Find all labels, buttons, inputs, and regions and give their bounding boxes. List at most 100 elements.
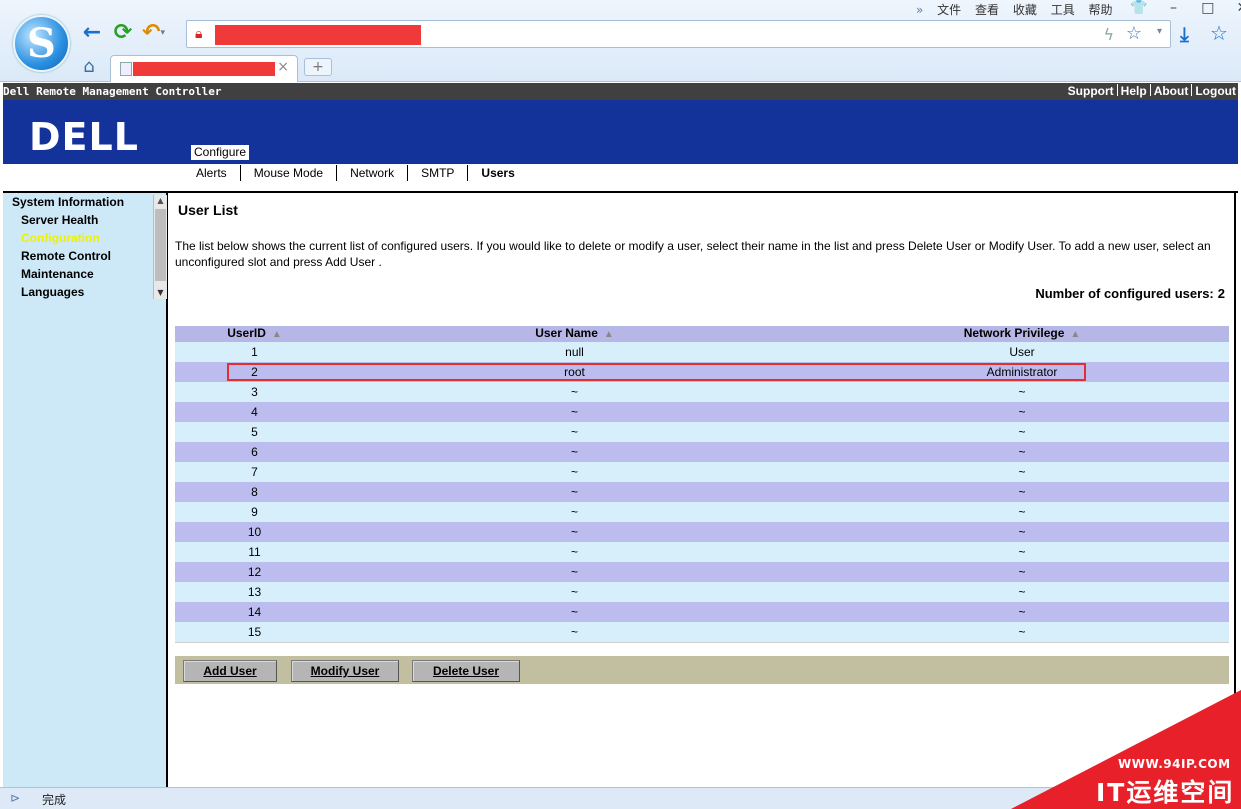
sidebar-tree: System Information Server Health Configura…	[3, 193, 153, 301]
table-row[interactable]: 9 ~ ~	[175, 502, 1229, 522]
configured-user-count: Number of configured users: 2	[1035, 286, 1225, 301]
cell-userid: 6	[175, 442, 334, 462]
tab-configure[interactable]: Configure	[191, 145, 250, 160]
cell-username: ~	[334, 622, 815, 643]
cell-username: ~	[334, 602, 815, 622]
user-rows: 1 null User 2 root Administrator 3 ~ ~4 ~ ~5 ~ ~6 ~ ~7…	[175, 342, 1229, 643]
cell-privilege: ~	[815, 602, 1229, 622]
sidebar-item-system-information[interactable]: System Information	[3, 193, 153, 211]
cell-privilege: ~	[815, 422, 1229, 442]
support-link[interactable]: Support	[1068, 84, 1114, 98]
reload-icon[interactable]: ⟳	[110, 20, 136, 46]
table-row[interactable]: 3 ~ ~	[175, 382, 1229, 402]
help-link[interactable]: Help	[1121, 84, 1147, 98]
back-icon[interactable]: ←	[79, 20, 105, 46]
menu-help[interactable]: 帮助	[1089, 3, 1113, 17]
subnav-mouse-mode[interactable]: Mouse Mode	[241, 165, 338, 181]
sidebar-item-server-health[interactable]: Server Health	[3, 211, 153, 229]
dell-logo: DELL	[29, 115, 139, 159]
page-icon	[120, 62, 132, 76]
user-table: UserID ▲ User Name ▲ Network Privilege ▲ 1n…	[175, 326, 1229, 643]
more-icon[interactable]: »	[916, 3, 923, 17]
modify-user-button[interactable]: Modify User	[291, 660, 399, 682]
cell-privilege: ~	[815, 442, 1229, 462]
bolt-icon[interactable]: ϟ	[1103, 25, 1114, 44]
tab-close-icon[interactable]: ×	[277, 59, 289, 75]
lock-icon: 🔒︎	[195, 26, 203, 42]
table-row[interactable]: 7 ~ ~	[175, 462, 1229, 482]
table-row[interactable]: 13 ~ ~	[175, 582, 1229, 602]
column-header-userid[interactable]: UserID ▲	[175, 326, 334, 342]
menu-favorites[interactable]: 收藏	[1013, 3, 1037, 17]
web-page: Dell Remote Management Controller Suppor…	[3, 83, 1238, 787]
table-row[interactable]: 1 null User	[175, 342, 1229, 362]
column-header-username[interactable]: User Name ▲	[334, 326, 815, 342]
subnav-smtp[interactable]: SMTP	[408, 165, 469, 181]
table-row[interactable]: 6 ~ ~	[175, 442, 1229, 462]
subnav-alerts[interactable]: Alerts	[183, 165, 241, 181]
subnav-users[interactable]: Users	[468, 165, 527, 181]
favorites-icon[interactable]: ☆	[1210, 21, 1228, 45]
redacted-tab-title	[133, 62, 275, 76]
cell-userid: 11	[175, 542, 334, 562]
logo-s-icon[interactable]: S	[13, 15, 70, 72]
cell-username: ~	[334, 582, 815, 602]
delete-user-button[interactable]: Delete User	[412, 660, 520, 682]
sidebar-item-maintenance[interactable]: Maintenance	[3, 265, 153, 283]
close-icon[interactable]: ✕	[1227, 0, 1241, 16]
browser-menu: » 文件 查看 收藏 工具 帮助	[916, 1, 1123, 17]
dropdown-icon[interactable]: ▾	[1157, 26, 1162, 37]
cell-userid: 12	[175, 562, 334, 582]
sort-icon[interactable]: ▲	[1070, 329, 1080, 340]
cell-privilege: ~	[815, 622, 1229, 643]
undo-icon[interactable]: ↶▾	[142, 20, 180, 46]
menu-tools[interactable]: 工具	[1051, 3, 1075, 17]
table-row[interactable]: 8 ~ ~	[175, 482, 1229, 502]
download-icon[interactable]: ⤓	[1180, 22, 1189, 46]
browser-tab[interactable]: ×	[110, 55, 298, 82]
table-row[interactable]: 12 ~ ~	[175, 562, 1229, 582]
minimize-icon[interactable]: –	[1158, 0, 1188, 16]
table-row[interactable]: 2 root Administrator	[175, 362, 1229, 382]
home-icon[interactable]: ⌂	[78, 57, 100, 77]
maximize-icon[interactable]: □	[1193, 0, 1223, 16]
main-content: User List The list below shows the curre…	[170, 193, 1236, 787]
scroll-up-icon[interactable]: ▲	[154, 195, 167, 207]
add-user-button[interactable]: Add User	[183, 660, 277, 682]
sort-icon[interactable]: ▲	[604, 329, 614, 340]
table-row[interactable]: 5 ~ ~	[175, 422, 1229, 442]
menu-view[interactable]: 查看	[975, 3, 999, 17]
cell-username: ~	[334, 402, 815, 422]
cell-privilege: Administrator	[815, 362, 1229, 382]
sidebar-item-configuration[interactable]: Configuration	[3, 229, 153, 247]
table-row[interactable]: 4 ~ ~	[175, 402, 1229, 422]
sidebar-item-remote-control[interactable]: Remote Control	[3, 247, 153, 265]
column-header-privilege[interactable]: Network Privilege ▲	[815, 326, 1229, 342]
cell-privilege: ~	[815, 482, 1229, 502]
table-row[interactable]: 11 ~ ~	[175, 542, 1229, 562]
cell-privilege: ~	[815, 502, 1229, 522]
scroll-thumb[interactable]	[155, 209, 166, 281]
sidebar-item-languages[interactable]: Languages	[3, 283, 153, 301]
browser-toolbar: S ← ⟳ ↶▾ ⌂ 🔒︎ ϟ ☆ ▾ ⤓ ☆ » 文件 查看 收藏 工具 帮助…	[0, 0, 1241, 82]
cell-userid: 4	[175, 402, 334, 422]
table-row[interactable]: 15 ~ ~	[175, 622, 1229, 643]
logout-link[interactable]: Logout	[1195, 84, 1236, 98]
skin-icon[interactable]: 👕	[1124, 0, 1154, 16]
subnav-network[interactable]: Network	[337, 165, 409, 181]
cell-privilege: ~	[815, 542, 1229, 562]
cell-username: ~	[334, 542, 815, 562]
menu-file[interactable]: 文件	[937, 3, 961, 17]
scroll-down-icon[interactable]: ▼	[154, 287, 167, 299]
cell-privilege: ~	[815, 562, 1229, 582]
about-link[interactable]: About	[1154, 84, 1189, 98]
sidebar-toggle-icon[interactable]: ⊳	[10, 791, 20, 805]
top-links: Support Help About Logout	[1068, 84, 1236, 98]
star-icon[interactable]: ☆	[1126, 23, 1142, 44]
table-row[interactable]: 14 ~ ~	[175, 602, 1229, 622]
sidebar-scrollbar[interactable]: ▲ ▼	[153, 195, 167, 299]
new-tab-button[interactable]: +	[304, 58, 332, 76]
address-bar[interactable]: 🔒︎ ϟ ☆ ▾	[186, 20, 1171, 48]
sort-icon[interactable]: ▲	[272, 329, 282, 340]
table-row[interactable]: 10 ~ ~	[175, 522, 1229, 542]
